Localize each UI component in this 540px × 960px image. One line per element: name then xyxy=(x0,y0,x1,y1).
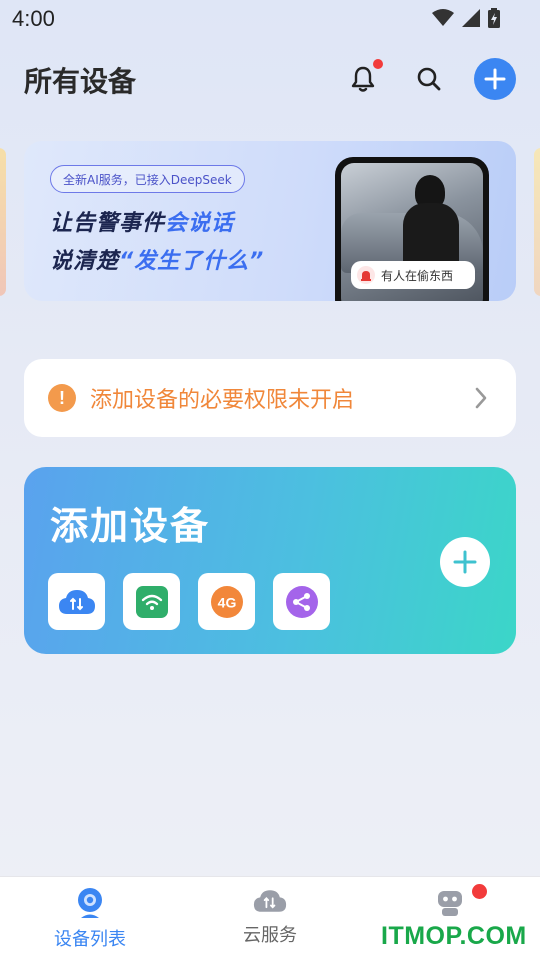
add-method-cloud[interactable] xyxy=(48,573,105,630)
share-icon xyxy=(285,585,318,618)
page-title: 所有设备 xyxy=(24,65,137,98)
wifi-signal-icon xyxy=(432,9,454,26)
tab-ai-assistant[interactable] xyxy=(390,884,510,923)
plus-icon xyxy=(453,550,477,574)
add-method-wifi[interactable] xyxy=(123,573,180,630)
tab-device-list[interactable]: 设备列表 xyxy=(30,887,150,951)
promo-banner[interactable]: 全新AI服务，已接入DeepSeek 让告警事件会说话 说清楚“发生了什么” 有… xyxy=(24,141,516,301)
cell-signal-icon xyxy=(462,9,480,27)
add-device-plus-button[interactable] xyxy=(440,537,490,587)
add-method-share[interactable] xyxy=(273,573,330,630)
status-icons xyxy=(432,8,500,28)
banner-headline-1: 让告警事件会说话 xyxy=(50,211,235,236)
tab-badge xyxy=(472,884,487,899)
cloud-icon xyxy=(58,589,95,614)
search-icon xyxy=(417,67,441,91)
notifications-button[interactable] xyxy=(342,58,384,100)
camera-icon xyxy=(78,888,102,918)
search-button[interactable] xyxy=(408,58,450,100)
bell-icon xyxy=(351,66,375,92)
battery-icon xyxy=(488,8,500,28)
robot-icon xyxy=(438,891,462,916)
banner-headline-2: 说清楚“发生了什么” xyxy=(50,249,265,274)
4g-icon: 4G xyxy=(210,585,243,618)
alarm-icon xyxy=(357,266,375,284)
notice-text: 添加设备的必要权限未开启 xyxy=(90,388,355,413)
add-device-card[interactable]: 添加设备 4G xyxy=(24,467,516,654)
tab-cloud-service[interactable]: 云服务 xyxy=(210,887,330,947)
warning-icon: ! xyxy=(48,384,76,412)
banner-tag: 全新AI服务，已接入DeepSeek xyxy=(50,165,245,193)
svg-text:4G: 4G xyxy=(217,594,236,610)
chevron-right-icon xyxy=(475,387,487,409)
tab-label-cloud-service: 云服务 xyxy=(243,925,297,946)
notification-badge xyxy=(373,59,383,69)
tab-label-device-list: 设备列表 xyxy=(54,929,126,950)
banner-peek-left xyxy=(0,148,6,296)
phone-illustration: 有人在偷东西 xyxy=(335,157,489,301)
permission-notice[interactable]: ! 添加设备的必要权限未开启 xyxy=(24,359,516,437)
add-device-top-button[interactable] xyxy=(474,58,516,100)
banner-peek-right xyxy=(534,148,540,296)
add-device-title: 添加设备 xyxy=(50,504,211,548)
status-bar: 4:00 xyxy=(0,0,540,38)
cloud-service-icon xyxy=(253,890,287,912)
wifi-icon xyxy=(135,585,168,618)
alert-text: 有人在偷东西 xyxy=(381,268,454,283)
add-method-4g[interactable]: 4G xyxy=(198,573,255,630)
alert-chip: 有人在偷东西 xyxy=(351,261,475,289)
status-time: 4:00 xyxy=(12,6,55,31)
watermark: ITMOP.COM xyxy=(381,922,527,950)
plus-icon xyxy=(484,68,506,90)
